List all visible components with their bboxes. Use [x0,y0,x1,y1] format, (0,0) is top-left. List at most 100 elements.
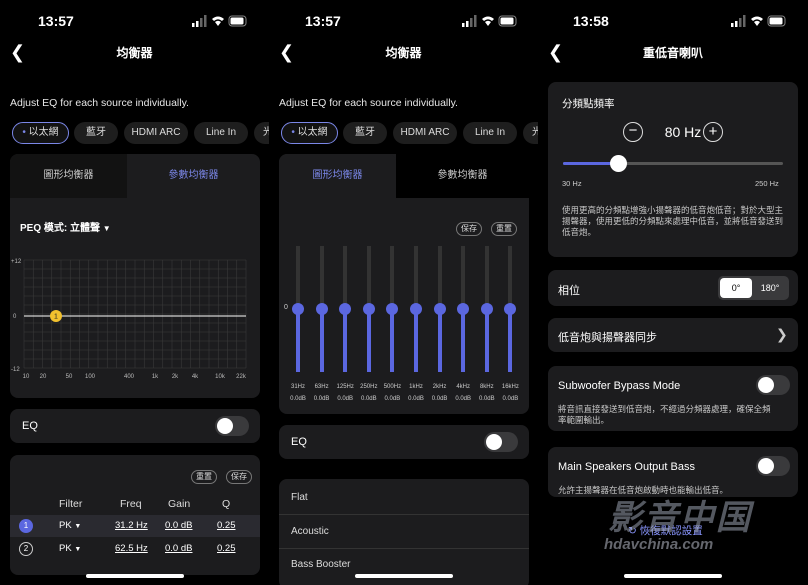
eq-label: EQ [22,420,38,432]
home-indicator [624,574,722,578]
output-bass-toggle[interactable] [756,456,790,476]
eq-band-slider[interactable] [477,246,497,372]
x-tick-label: 50 [66,374,73,380]
status-time: 13:58 [573,13,609,29]
freq-value[interactable]: 62.5 Hz [115,543,148,554]
phase-label: 相位 [558,285,580,297]
eq-band-knob[interactable] [362,303,375,315]
eq-band-knob[interactable] [457,303,470,315]
chip-line-in[interactable]: Line In [194,122,248,144]
eq-band-knob[interactable] [433,303,446,315]
reset-button[interactable]: 重置 [191,470,217,484]
x-tick-label: 10k [215,374,226,380]
bypass-toggle[interactable] [756,375,790,395]
chip-ethernet[interactable]: • 以太網 [281,122,338,144]
phase-option-0[interactable]: 0° [720,278,752,298]
chip-hdmi-arc[interactable]: HDMI ARC [124,122,188,144]
q-value[interactable]: 0.25 [217,520,236,531]
eq-band-freq: 16kHz [501,384,519,390]
output-bass-label: Main Speakers Output Bass [558,461,695,473]
phase-segmented-control: 0° 180° [718,276,789,300]
filter-type-select[interactable]: PK ▼ [59,543,81,554]
crossover-label: 分頻點頻率 [562,98,615,110]
eq-band-knob[interactable] [386,303,399,315]
home-indicator [355,574,453,578]
eq-band-knob[interactable] [504,303,517,315]
eq-band-gain: 0.0dB [502,396,519,402]
screen-eq-graphic: 13:57 ❮ 均衡器 Adjust EQ for each source in… [269,0,538,585]
eq-toggle[interactable] [215,416,249,436]
chip-optical[interactable]: 光 [523,122,538,144]
chip-ethernet[interactable]: • 以太網 [12,122,69,144]
eq-band-slider[interactable] [288,246,308,372]
eq-band-slider[interactable] [406,246,426,372]
save-button[interactable]: 保存 [226,470,252,484]
freq-value[interactable]: 31.2 Hz [115,520,148,531]
eq-label: EQ [291,436,307,448]
sync-row[interactable]: 低音炮與揚聲器同步 ❯ [548,318,798,352]
preset-acoustic[interactable]: Acoustic [291,526,329,537]
chip-optical[interactable]: 光 [254,122,269,144]
chip-bluetooth[interactable]: 藍牙 [343,122,387,144]
minus-button[interactable]: − [623,122,643,142]
eq-band-slider[interactable] [312,246,332,372]
chip-hdmi-arc[interactable]: HDMI ARC [393,122,457,144]
slider-knob[interactable] [610,155,627,172]
eq-toggle-row: EQ [10,409,260,443]
eq-band-slider[interactable] [335,246,355,372]
q-value[interactable]: 0.25 [217,543,236,554]
gain-value[interactable]: 0.0 dB [165,543,192,554]
chip-line-in[interactable]: Line In [463,122,517,144]
phase-row: 相位 0° 180° [548,270,798,306]
x-tick-label: 20 [40,374,47,380]
eq-toggle[interactable] [484,432,518,452]
plus-button[interactable]: + [703,122,723,142]
page-title: 均衡器 [116,46,153,60]
table-row[interactable]: 2 PK ▼ 62.5 Hz 0.0 dB 0.25 [10,539,260,561]
preset-bass-booster[interactable]: Bass Booster [291,559,350,570]
screen-subwoofer: 13:58 ❮ 重低音喇叭 分頻點頻率 − 80 Hz + 30 Hz 250 … [538,0,808,585]
page-title: 均衡器 [385,46,422,60]
screen-eq-parametric: 13:57 ❮ 均衡器 Adjust EQ for each source in… [0,0,269,585]
eq-band-slider[interactable] [430,246,450,372]
eq-band-knob[interactable] [339,303,352,315]
gain-value[interactable]: 0.0 dB [165,520,192,531]
eq-band-knob[interactable] [410,303,422,315]
eq-band-knob[interactable] [292,303,304,315]
filter-type-select[interactable]: PK ▼ [59,520,81,531]
watermark-logo: 影音中国 [608,499,752,537]
eq-band-slider[interactable] [500,246,520,372]
row-number: 2 [19,542,33,556]
bypass-card: Subwoofer Bypass Mode 將音訊直接發送到低音炮，不經過分頻器… [548,366,798,431]
table-row[interactable]: 1 PK ▼ 31.2 Hz 0.0 dB 0.25 [10,515,260,537]
bypass-label: Subwoofer Bypass Mode [558,380,681,392]
page-title: 重低音喇叭 [642,46,703,60]
tab-graphic-eq[interactable]: 圖形均衡器 [10,154,127,198]
eq-band-knob[interactable] [315,303,328,315]
eq-band-slider[interactable] [359,246,379,372]
col-header-freq: Freq [120,498,142,510]
eq-band-slider[interactable] [453,246,473,372]
crossover-card: 分頻點頻率 − 80 Hz + 30 Hz 250 Hz 使用更高的分頻點增強小… [548,82,798,257]
eq-toggle-row: EQ [279,425,529,459]
x-tick-label: 4k [192,374,199,380]
col-header-gain: Gain [168,498,191,510]
peq-mode-select[interactable]: PEQ 模式: 立體聲 ▼ [20,219,111,234]
crossover-slider[interactable] [563,154,783,174]
peq-chart: 10 20 50 100 400 1k 2k 4k 10k 22k +12 0 -12 1 [11,259,247,380]
eq-bands: 31Hz 0.0dB 63Hz 0.0dB 125Hz 0.0dB 250Hz 0.0dB 50… [279,154,529,414]
eq-card: 圖形均衡器 參數均衡器 保存 重置 0 31Hz 0.0dB 63Hz 0.0dB 12… [279,154,529,414]
phase-option-180[interactable]: 180° [753,278,787,298]
chip-bluetooth[interactable]: 藍牙 [74,122,118,144]
col-header-filter: Filter [59,498,83,510]
status-time: 13:57 [305,13,341,29]
preset-flat[interactable]: Flat [291,492,308,503]
y-tick-top: +12 [11,259,22,265]
eq-band-knob[interactable] [480,303,493,315]
x-tick-label: 2k [172,374,179,380]
peq-filter-card: 重置 保存 Filter Freq Gain Q 1 PK ▼ 31.2 Hz … [10,455,260,575]
status-icons [731,15,786,27]
eq-band-slider[interactable] [382,246,402,372]
col-header-q: Q [222,498,231,510]
tab-parametric-eq[interactable]: 參數均衡器 [127,154,260,198]
